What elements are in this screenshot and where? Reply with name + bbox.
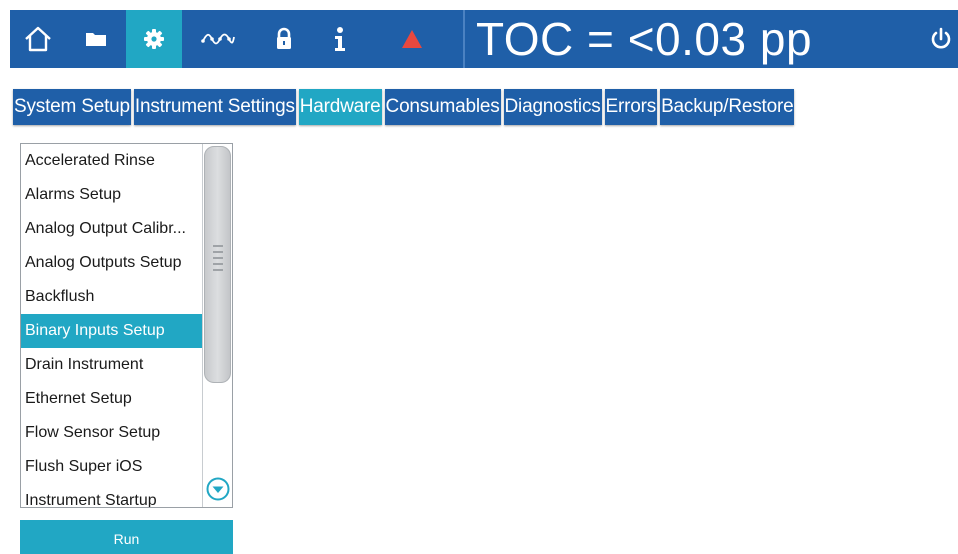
- warning-icon: [402, 30, 422, 48]
- hardware-function-list: Accelerated Rinse Alarms Setup Analog Ou…: [20, 143, 233, 508]
- app-window: TOC = <0.03 pp System Setup Instrument S…: [0, 0, 958, 554]
- tab-diagnostics[interactable]: Diagnostics: [503, 89, 602, 125]
- tab-instrument-settings[interactable]: Instrument Settings: [133, 89, 296, 125]
- lock-button[interactable]: [256, 10, 312, 68]
- alarm-button[interactable]: [384, 10, 440, 68]
- power-button[interactable]: [924, 10, 958, 68]
- settings-tabs: System Setup Instrument Settings Hardwar…: [13, 89, 795, 125]
- gear-icon: [144, 29, 164, 49]
- files-button[interactable]: [68, 10, 124, 68]
- list-item-selected[interactable]: Binary Inputs Setup: [21, 314, 202, 348]
- scroll-thumb[interactable]: [204, 146, 231, 383]
- tab-errors[interactable]: Errors: [604, 89, 658, 125]
- info-button[interactable]: [312, 10, 368, 68]
- toc-readout: TOC = <0.03 pp: [476, 13, 813, 65]
- list-item[interactable]: Analog Output Calibr...: [21, 212, 202, 246]
- tab-backup-restore[interactable]: Backup/Restore: [660, 89, 795, 125]
- list-item[interactable]: Flow Sensor Setup: [21, 416, 202, 450]
- trend-button[interactable]: [190, 10, 246, 68]
- run-button[interactable]: Run: [20, 520, 233, 554]
- list-item[interactable]: Analog Outputs Setup: [21, 246, 202, 280]
- home-button[interactable]: [10, 10, 66, 68]
- tab-hardware[interactable]: Hardware: [298, 89, 382, 125]
- list-item[interactable]: Drain Instrument: [21, 348, 202, 382]
- folder-icon: [86, 33, 106, 46]
- home-icon: [25, 26, 51, 52]
- list-item[interactable]: Backflush: [21, 280, 202, 314]
- grip-icon: [213, 245, 223, 285]
- list-item[interactable]: Flush Super iOS: [21, 450, 202, 484]
- list-scrollbar[interactable]: [202, 144, 232, 507]
- setup-button[interactable]: [126, 10, 182, 68]
- list-item[interactable]: Instrument Startup: [21, 484, 202, 507]
- info-icon: [335, 27, 345, 51]
- list: Accelerated Rinse Alarms Setup Analog Ou…: [21, 144, 202, 507]
- trend-icon: [201, 33, 235, 45]
- lock-icon: [277, 27, 291, 49]
- list-item[interactable]: Accelerated Rinse: [21, 144, 202, 178]
- list-item[interactable]: Alarms Setup: [21, 178, 202, 212]
- scroll-down-button[interactable]: [206, 477, 230, 501]
- tab-consumables[interactable]: Consumables: [384, 89, 501, 125]
- list-item[interactable]: Ethernet Setup: [21, 382, 202, 416]
- top-bar: TOC = <0.03 pp: [10, 10, 958, 68]
- power-icon: [931, 27, 951, 49]
- chevron-down-circle-icon: [206, 477, 230, 501]
- tab-system-setup[interactable]: System Setup: [13, 89, 131, 125]
- toolbar-divider: [463, 10, 465, 68]
